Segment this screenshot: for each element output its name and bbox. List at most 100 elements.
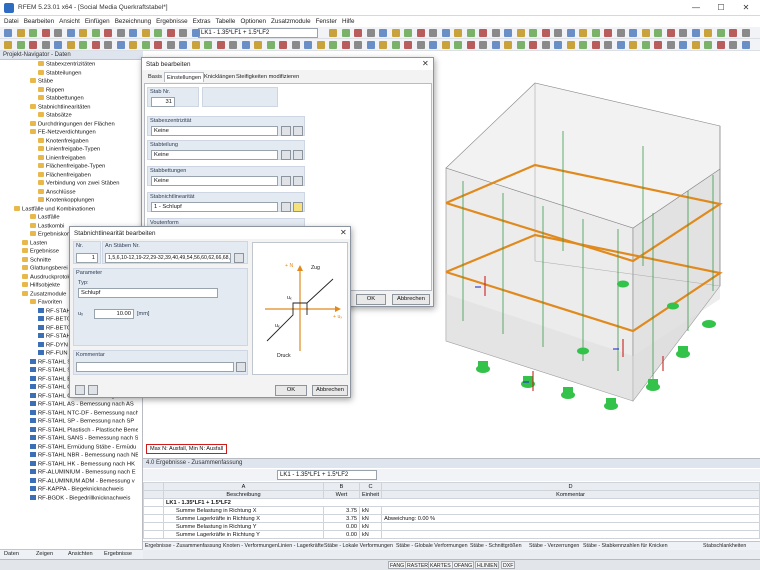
result-tab[interactable]: Stabschlankheiten (703, 543, 746, 549)
toolbar-button[interactable] (154, 41, 162, 49)
toolbar-button[interactable] (16, 29, 25, 37)
table-row[interactable]: Summe Lagerkräfte in Richtung Y 0.00 kN (143, 530, 760, 539)
toolbar-button[interactable] (54, 29, 62, 37)
status-hlinien[interactable]: HLINIEN (475, 561, 500, 569)
menu-datei[interactable]: Datei (4, 16, 24, 27)
menu-zusatzmodule[interactable]: Zusatzmodule (271, 16, 316, 27)
toolbar-button[interactable] (216, 41, 225, 49)
toolbar-button[interactable] (366, 29, 375, 37)
navigator-item[interactable]: Durchdringungen der Flächen (30, 120, 115, 130)
toolbar-button[interactable] (566, 41, 575, 49)
toolbar-button[interactable] (716, 29, 725, 37)
toolbar-button[interactable] (741, 29, 750, 37)
navigator-item[interactable]: Lasten (22, 239, 47, 249)
navigator-item[interactable]: FE-Netzverdichtungen (30, 129, 96, 138)
navigator-item[interactable]: RF-ALUMINIUM ADM - Bemessung v (30, 477, 135, 487)
navigator-item[interactable]: Verbindung von zwei Stäben (38, 180, 119, 189)
nl-members-field[interactable]: 1,5,6,10-12,19-22,29-32,39,40,49,54,56,6… (105, 253, 231, 263)
toolbar-button[interactable] (516, 29, 525, 37)
navigator-item[interactable]: Glattungsberei (22, 265, 68, 274)
menu-ergebnisse[interactable]: Ergebnisse (156, 16, 193, 27)
toolbar-button[interactable] (104, 41, 112, 49)
navigator-item[interactable]: Stabteilungen (38, 69, 81, 79)
results-combo[interactable]: LK1 - 1.35*LF1 + 1.5*LF2 (277, 470, 377, 480)
toolbar-button[interactable] (341, 41, 350, 49)
toolbar-button[interactable] (354, 29, 362, 37)
toolbar-button[interactable] (704, 29, 712, 37)
edit-member-ok-button[interactable]: OK (356, 294, 386, 305)
toolbar-button[interactable] (41, 29, 50, 37)
toolbar-button[interactable] (141, 29, 150, 37)
maximize-button[interactable]: ☐ (709, 2, 733, 14)
toolbar-button[interactable] (579, 29, 587, 37)
status-raster[interactable]: RASTER (405, 561, 431, 569)
toolbar-button[interactable] (566, 29, 575, 37)
menu-hilfe[interactable]: Hilfe (342, 16, 360, 27)
toolbar-button[interactable] (16, 41, 25, 49)
help-icon[interactable] (75, 385, 85, 395)
result-tab[interactable]: Stäbe - Lokale Verformungen (324, 543, 393, 549)
toolbar-button[interactable] (679, 29, 687, 37)
toolbar-button[interactable] (641, 29, 650, 37)
navigator-item[interactable]: RF-FUN (38, 350, 68, 359)
nav-tab-daten[interactable]: Daten (4, 551, 19, 557)
toolbar-button[interactable] (591, 41, 600, 49)
edit-member-cancel-button[interactable]: Abbrechen (392, 294, 430, 305)
toolbar-button[interactable] (191, 41, 200, 49)
navigator-item[interactable]: Rippen (38, 86, 64, 96)
toolbar-button[interactable] (241, 41, 250, 49)
toolbar-button[interactable] (404, 41, 412, 49)
toolbar-button[interactable] (104, 29, 112, 37)
nl-nr-field[interactable]: 1 (76, 253, 98, 263)
toolbar-button[interactable] (591, 29, 600, 37)
navigator-item[interactable]: RF-BGDK - Biegedrillknicknachweis (30, 494, 130, 504)
toolbar-button[interactable] (616, 29, 625, 37)
toolbar-button[interactable] (391, 41, 400, 49)
toolbar-button[interactable] (641, 41, 650, 49)
toolbar-button[interactable] (179, 41, 187, 49)
menu-bearbeiten[interactable]: Bearbeiten (24, 16, 59, 27)
navigator-item[interactable]: Ausdruckprotok (22, 273, 70, 283)
toolbar-button[interactable] (479, 29, 487, 37)
menu-fenster[interactable]: Fenster (316, 16, 342, 27)
toolbar-button[interactable] (416, 29, 425, 37)
navigator-item[interactable]: Linienfreigabe-Typen (38, 146, 100, 155)
toolbar-button[interactable] (116, 41, 125, 49)
menu-tabelle[interactable]: Tabelle (215, 16, 240, 27)
toolbar-button[interactable] (391, 29, 400, 37)
navigator-item[interactable]: RF-STAHL Plastisch - Plastische Beme (30, 426, 138, 436)
toolbar-button[interactable] (441, 29, 450, 37)
tab-einstellungen[interactable]: Einstellungen (164, 72, 205, 82)
navigator-item[interactable]: Ergebnisse (22, 248, 59, 257)
toolbar-button[interactable] (666, 41, 675, 49)
toolbar-button[interactable] (729, 29, 737, 37)
navigator-item[interactable]: Flächenfreigabe-Typen (38, 163, 105, 172)
nav-tab-ergebnisse[interactable]: Ergebnisse (104, 551, 132, 557)
toolbar-button[interactable] (291, 41, 300, 49)
toolbar-button[interactable] (741, 41, 750, 49)
edit-icon[interactable] (293, 126, 303, 136)
close-button[interactable]: ✕ (734, 2, 758, 14)
navigator-item[interactable]: RF-STAH (38, 333, 71, 342)
toolbar-button[interactable] (379, 41, 387, 49)
close-icon[interactable]: ✕ (422, 59, 429, 68)
navigator-item[interactable]: Favoriten (30, 299, 62, 308)
toolbar-button[interactable] (341, 29, 350, 37)
toolbar-button[interactable] (554, 41, 562, 49)
toolbar-button[interactable] (266, 41, 275, 49)
toolbar-button[interactable] (404, 29, 412, 37)
edit-icon[interactable] (293, 150, 303, 160)
navigator-item[interactable]: RF-STAHL Ermüdung Stäbe - Ermüdu (30, 443, 136, 453)
info-icon[interactable] (88, 385, 98, 395)
toolbar-button[interactable] (679, 41, 687, 49)
toolbar-button[interactable] (254, 41, 262, 49)
toolbar-button[interactable] (529, 29, 537, 37)
toolbar-button[interactable] (491, 29, 500, 37)
nl-type-select[interactable]: Schlupf (78, 288, 218, 298)
toolbar-button[interactable] (629, 41, 637, 49)
toolbar-button[interactable] (154, 29, 162, 37)
toolbar-button[interactable] (29, 29, 37, 37)
table-row[interactable]: Summe Lagerkräfte in Richtung X 3.75 kN Abw… (143, 514, 760, 523)
navigator-item[interactable]: Lastfälle (30, 214, 60, 223)
toolbar-button[interactable] (329, 29, 337, 37)
